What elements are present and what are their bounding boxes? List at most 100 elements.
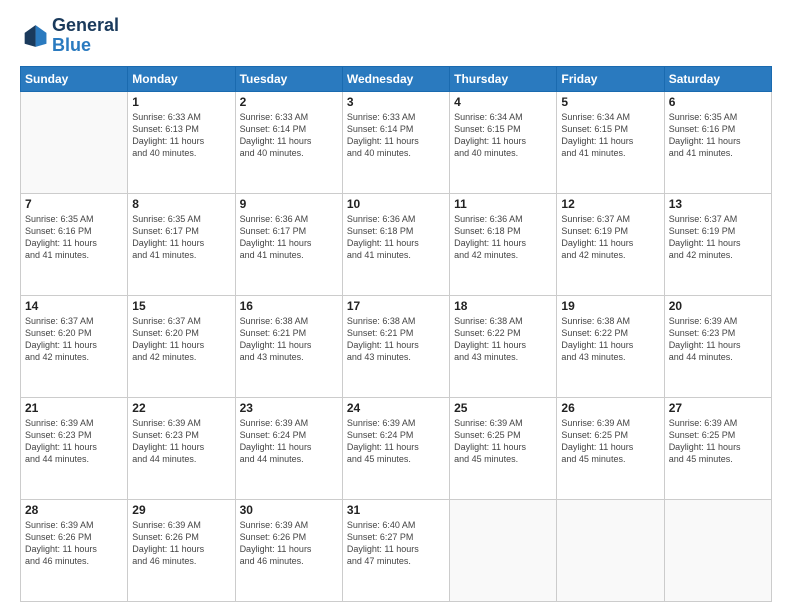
calendar-cell: 3 Sunrise: 6:33 AM Sunset: 6:14 PM Daylig… (342, 91, 449, 193)
day-number: 8 (132, 197, 230, 211)
day-info: Sunrise: 6:39 AM Sunset: 6:23 PM Dayligh… (132, 417, 230, 466)
day-info: Sunrise: 6:33 AM Sunset: 6:14 PM Dayligh… (347, 111, 445, 160)
day-info: Sunrise: 6:38 AM Sunset: 6:21 PM Dayligh… (347, 315, 445, 364)
day-info: Sunrise: 6:35 AM Sunset: 6:17 PM Dayligh… (132, 213, 230, 262)
day-number: 7 (25, 197, 123, 211)
day-info: Sunrise: 6:39 AM Sunset: 6:23 PM Dayligh… (669, 315, 767, 364)
calendar-cell (450, 499, 557, 601)
day-number: 3 (347, 95, 445, 109)
calendar-cell: 4 Sunrise: 6:34 AM Sunset: 6:15 PM Daylig… (450, 91, 557, 193)
calendar-cell: 30Sunrise: 6:39 AM Sunset: 6:26 PM Dayli… (235, 499, 342, 601)
day-info: Sunrise: 6:37 AM Sunset: 6:20 PM Dayligh… (132, 315, 230, 364)
calendar-cell: 22Sunrise: 6:39 AM Sunset: 6:23 PM Dayli… (128, 397, 235, 499)
day-info: Sunrise: 6:34 AM Sunset: 6:15 PM Dayligh… (454, 111, 552, 160)
day-number: 21 (25, 401, 123, 415)
calendar-cell: 8 Sunrise: 6:35 AM Sunset: 6:17 PM Daylig… (128, 193, 235, 295)
calendar-cell: 14Sunrise: 6:37 AM Sunset: 6:20 PM Dayli… (21, 295, 128, 397)
calendar-header-wednesday: Wednesday (342, 66, 449, 91)
calendar-cell: 26 Sunrise: 6:39 AM Sunset: 6:25 PM Dayli… (557, 397, 664, 499)
calendar-header-monday: Monday (128, 66, 235, 91)
day-number: 19 (561, 299, 659, 313)
calendar-cell: 20 Sunrise: 6:39 AM Sunset: 6:23 PM Dayli… (664, 295, 771, 397)
day-info: Sunrise: 6:39 AM Sunset: 6:26 PM Dayligh… (25, 519, 123, 568)
calendar-cell: 18 Sunrise: 6:38 AM Sunset: 6:22 PM Dayli… (450, 295, 557, 397)
day-info: Sunrise: 6:33 AM Sunset: 6:14 PM Dayligh… (240, 111, 338, 160)
day-info: Sunrise: 6:39 AM Sunset: 6:26 PM Dayligh… (240, 519, 338, 568)
day-info: Sunrise: 6:33 AM Sunset: 6:13 PM Dayligh… (132, 111, 230, 160)
calendar-header-row: SundayMondayTuesdayWednesdayThursdayFrid… (21, 66, 772, 91)
calendar-week-row: 28Sunrise: 6:39 AM Sunset: 6:26 PM Dayli… (21, 499, 772, 601)
calendar-cell: 29 Sunrise: 6:39 AM Sunset: 6:26 PM Dayli… (128, 499, 235, 601)
day-number: 12 (561, 197, 659, 211)
day-number: 2 (240, 95, 338, 109)
day-info: Sunrise: 6:39 AM Sunset: 6:24 PM Dayligh… (240, 417, 338, 466)
day-number: 9 (240, 197, 338, 211)
page: General Blue SundayMondayTuesdayWednesda… (0, 0, 792, 612)
calendar-header-tuesday: Tuesday (235, 66, 342, 91)
calendar-cell: 11Sunrise: 6:36 AM Sunset: 6:18 PM Dayli… (450, 193, 557, 295)
logo: General Blue (20, 16, 119, 56)
calendar-cell: 12 Sunrise: 6:37 AM Sunset: 6:19 PM Dayli… (557, 193, 664, 295)
calendar-header-thursday: Thursday (450, 66, 557, 91)
day-number: 20 (669, 299, 767, 313)
day-number: 25 (454, 401, 552, 415)
day-info: Sunrise: 6:39 AM Sunset: 6:26 PM Dayligh… (132, 519, 230, 568)
day-number: 18 (454, 299, 552, 313)
calendar-cell: 23 Sunrise: 6:39 AM Sunset: 6:24 PM Dayli… (235, 397, 342, 499)
calendar-cell: 21 Sunrise: 6:39 AM Sunset: 6:23 PM Dayli… (21, 397, 128, 499)
calendar-cell (21, 91, 128, 193)
day-info: Sunrise: 6:39 AM Sunset: 6:25 PM Dayligh… (561, 417, 659, 466)
day-number: 26 (561, 401, 659, 415)
day-number: 17 (347, 299, 445, 313)
header: General Blue (20, 16, 772, 56)
calendar-cell: 1 Sunrise: 6:33 AM Sunset: 6:13 PM Daylig… (128, 91, 235, 193)
day-number: 6 (669, 95, 767, 109)
calendar-cell: 10 Sunrise: 6:36 AM Sunset: 6:18 PM Dayli… (342, 193, 449, 295)
calendar-cell: 31 Sunrise: 6:40 AM Sunset: 6:27 PM Dayli… (342, 499, 449, 601)
calendar-cell (557, 499, 664, 601)
day-number: 23 (240, 401, 338, 415)
day-number: 1 (132, 95, 230, 109)
day-number: 15 (132, 299, 230, 313)
day-info: Sunrise: 6:35 AM Sunset: 6:16 PM Dayligh… (669, 111, 767, 160)
day-info: Sunrise: 6:34 AM Sunset: 6:15 PM Dayligh… (561, 111, 659, 160)
day-info: Sunrise: 6:36 AM Sunset: 6:17 PM Dayligh… (240, 213, 338, 262)
day-number: 31 (347, 503, 445, 517)
day-info: Sunrise: 6:37 AM Sunset: 6:19 PM Dayligh… (669, 213, 767, 262)
calendar-cell: 5Sunrise: 6:34 AM Sunset: 6:15 PM Daylig… (557, 91, 664, 193)
calendar-week-row: 21 Sunrise: 6:39 AM Sunset: 6:23 PM Dayli… (21, 397, 772, 499)
calendar-cell: 28Sunrise: 6:39 AM Sunset: 6:26 PM Dayli… (21, 499, 128, 601)
calendar-cell (664, 499, 771, 601)
day-info: Sunrise: 6:36 AM Sunset: 6:18 PM Dayligh… (347, 213, 445, 262)
calendar-week-row: 1 Sunrise: 6:33 AM Sunset: 6:13 PM Daylig… (21, 91, 772, 193)
day-number: 13 (669, 197, 767, 211)
calendar-cell: 16Sunrise: 6:38 AM Sunset: 6:21 PM Dayli… (235, 295, 342, 397)
calendar-header-saturday: Saturday (664, 66, 771, 91)
calendar-header-friday: Friday (557, 66, 664, 91)
calendar-cell: 13 Sunrise: 6:37 AM Sunset: 6:19 PM Dayli… (664, 193, 771, 295)
day-info: Sunrise: 6:39 AM Sunset: 6:23 PM Dayligh… (25, 417, 123, 466)
day-info: Sunrise: 6:38 AM Sunset: 6:21 PM Dayligh… (240, 315, 338, 364)
calendar-header-sunday: Sunday (21, 66, 128, 91)
day-info: Sunrise: 6:39 AM Sunset: 6:25 PM Dayligh… (454, 417, 552, 466)
calendar-table: SundayMondayTuesdayWednesdayThursdayFrid… (20, 66, 772, 602)
day-info: Sunrise: 6:35 AM Sunset: 6:16 PM Dayligh… (25, 213, 123, 262)
calendar-cell: 6 Sunrise: 6:35 AM Sunset: 6:16 PM Daylig… (664, 91, 771, 193)
calendar-cell: 25 Sunrise: 6:39 AM Sunset: 6:25 PM Dayli… (450, 397, 557, 499)
day-info: Sunrise: 6:39 AM Sunset: 6:25 PM Dayligh… (669, 417, 767, 466)
day-info: Sunrise: 6:36 AM Sunset: 6:18 PM Dayligh… (454, 213, 552, 262)
day-number: 24 (347, 401, 445, 415)
day-number: 29 (132, 503, 230, 517)
day-info: Sunrise: 6:40 AM Sunset: 6:27 PM Dayligh… (347, 519, 445, 568)
day-info: Sunrise: 6:38 AM Sunset: 6:22 PM Dayligh… (454, 315, 552, 364)
day-info: Sunrise: 6:37 AM Sunset: 6:19 PM Dayligh… (561, 213, 659, 262)
day-info: Sunrise: 6:38 AM Sunset: 6:22 PM Dayligh… (561, 315, 659, 364)
day-info: Sunrise: 6:37 AM Sunset: 6:20 PM Dayligh… (25, 315, 123, 364)
calendar-cell: 2 Sunrise: 6:33 AM Sunset: 6:14 PM Daylig… (235, 91, 342, 193)
calendar-cell: 7 Sunrise: 6:35 AM Sunset: 6:16 PM Daylig… (21, 193, 128, 295)
day-number: 10 (347, 197, 445, 211)
calendar-cell: 9 Sunrise: 6:36 AM Sunset: 6:17 PM Daylig… (235, 193, 342, 295)
calendar-week-row: 14Sunrise: 6:37 AM Sunset: 6:20 PM Dayli… (21, 295, 772, 397)
day-number: 4 (454, 95, 552, 109)
logo-text: General Blue (52, 16, 119, 56)
